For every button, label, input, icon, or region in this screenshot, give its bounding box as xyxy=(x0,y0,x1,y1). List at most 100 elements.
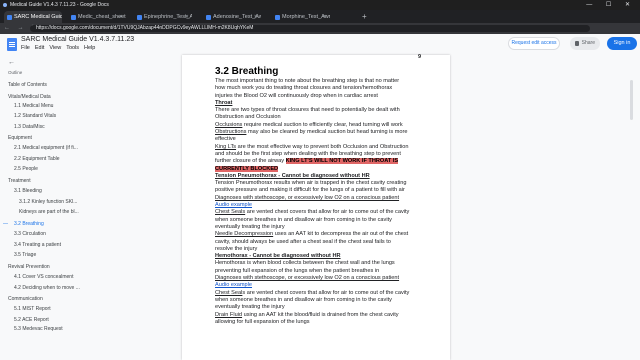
browser-tab[interactable]: Epinephrine_Test_A...✕ xyxy=(134,11,192,23)
text-line: Occlusions require medical suction to ef… xyxy=(215,122,429,129)
browser-tab[interactable]: Morphine_Test_Awr... ✕ xyxy=(272,11,330,23)
text-run: s are vented chest covers that allow for… xyxy=(242,289,410,296)
share-label: Share xyxy=(581,40,595,46)
text-line: Obstructions may also be cleared by medi… xyxy=(215,129,429,136)
outline-item[interactable]: 1.2 Standard Vitals xyxy=(14,113,86,119)
tab-close-icon[interactable]: ✕ xyxy=(55,11,59,23)
outline-heading[interactable]: Treatment xyxy=(8,178,80,184)
text-run: There are two types of throat closures t… xyxy=(215,107,400,114)
browser-tab[interactable]: Medic_cheat_sheet... ✕ xyxy=(68,11,126,23)
outline-item[interactable]: 5.1 MIST Report xyxy=(14,306,86,312)
outline-item[interactable]: 3.1.2 Kinley function SKl... xyxy=(19,199,91,205)
outline-item[interactable]: 3.2 Breathing xyxy=(14,221,86,227)
outline-heading[interactable]: Table of Contents xyxy=(8,82,80,88)
tab-favicon-icon xyxy=(71,15,76,20)
request-edit-access-button[interactable]: Request edit access xyxy=(508,37,560,50)
address-bar-row: ← → ↻ https://docs.google.com/document/d… xyxy=(0,23,640,34)
text-line: Hemothorax is when blood collects betwee… xyxy=(215,260,429,267)
audio-link[interactable]: Audio example xyxy=(215,282,252,288)
outline-item[interactable]: 2.2 Equipment Table xyxy=(14,156,86,162)
outline-heading[interactable]: Revival Prevention xyxy=(8,264,80,270)
text-run: KING LT'S WILL NOT WORK IF THROAT IS xyxy=(285,158,399,165)
window-title: Medical Guide V1.4.3 7.11.23 - Google Do… xyxy=(10,2,109,8)
outline-item[interactable]: 4.1 Cover VS concealment xyxy=(14,274,86,280)
window-controls[interactable]: — ☐ ✕ xyxy=(586,0,636,10)
text-run: are vented chest covers that allow for a… xyxy=(245,209,410,216)
outline-item[interactable]: 1.3 Data/Misc xyxy=(14,124,86,130)
text-line: how much work you do treating throat clo… xyxy=(215,85,429,92)
new-tab-button[interactable]: + xyxy=(362,10,367,23)
text-line: The most important thing to note about t… xyxy=(215,78,429,85)
text-run: uses an AAT kit to decompress the air ou… xyxy=(273,231,409,238)
text-run: Diagnoses with stethoscope, or excessive… xyxy=(215,194,400,201)
tab-close-icon[interactable]: ✕ xyxy=(323,11,327,23)
outline-item[interactable]: 2.1 Medical equipment (if fi... xyxy=(14,145,86,151)
text-line: effective xyxy=(215,136,429,143)
outline-item[interactable]: 5.2 ACE Report xyxy=(14,317,86,323)
document-title[interactable]: SARC Medical Guide V1.4.3.7.11.23 xyxy=(21,36,134,43)
outline-item[interactable]: 3.1 Bleeding xyxy=(14,188,86,194)
text-run: how much work you do treating throat clo… xyxy=(215,85,393,92)
text-line: Hemothorax - Cannot be diagnosed without… xyxy=(215,253,429,260)
text-run: Chest Seal xyxy=(215,289,243,296)
menu-item[interactable]: Help xyxy=(84,45,95,51)
text-run: The most important thing to note about t… xyxy=(215,78,400,84)
outline-heading[interactable]: Equipment xyxy=(8,135,80,141)
text-run: allowing for full expansion of the lungs xyxy=(215,318,310,325)
audio-link[interactable]: Audio example xyxy=(215,202,252,208)
outline-heading[interactable]: Vitals/Medical Data xyxy=(8,94,80,100)
outline-item[interactable]: 3.5 Triage xyxy=(14,252,86,258)
text-line: Tension Pneumothorax results when air is… xyxy=(215,180,429,187)
outline-heading[interactable]: Communication xyxy=(8,296,80,302)
text-run: Drain Fluid xyxy=(215,311,243,318)
text-run: Hemothorax - Cannot be diagnosed without… xyxy=(215,253,341,260)
docs-logo-icon[interactable] xyxy=(7,38,17,51)
outline-item[interactable]: 3.4 Treating a patient xyxy=(14,242,86,248)
menu-item[interactable]: Tools xyxy=(66,45,79,51)
text-line: further closure of the airway KING LT'S … xyxy=(215,158,429,165)
tab-close-icon[interactable]: ✕ xyxy=(185,11,189,23)
text-line: allowing for full expansion of the lungs xyxy=(215,319,429,326)
outline-item[interactable]: 1.1 Medical Menu xyxy=(14,103,86,109)
text-run: Chest Seals xyxy=(215,209,246,216)
outline-sidebar xyxy=(0,55,80,360)
text-run: cavity, should always be used after a ch… xyxy=(215,238,391,245)
text-run: eventually treating the injury xyxy=(215,304,285,311)
text-line: Diagnoses with stethoscope, or excessive… xyxy=(215,195,429,202)
browser-window: Medical Guide V1.4.3 7.11.23 - Google Do… xyxy=(0,0,640,360)
share-button[interactable]: Share xyxy=(570,37,600,50)
text-line: preventing full expansion of the lungs w… xyxy=(215,268,429,275)
scrollbar-thumb[interactable] xyxy=(630,80,633,120)
body-text: The most important thing to note about t… xyxy=(215,78,429,326)
text-run: may also be cleared by medical suction b… xyxy=(246,129,408,136)
text-line: Obstruction and Occlusion xyxy=(215,114,429,121)
menu-item[interactable]: Edit xyxy=(35,45,44,51)
text-run: Occlusions xyxy=(215,121,243,128)
tab-close-icon[interactable]: ✕ xyxy=(254,11,258,23)
outline-item[interactable]: Kidneys are part of the bl... xyxy=(19,209,91,215)
text-run: when someone breathes in and disallow ai… xyxy=(215,296,392,303)
sign-in-button[interactable]: Sign in xyxy=(607,37,637,50)
text-run: when someone breathes in and disallow ai… xyxy=(215,216,392,223)
url-field[interactable]: https://docs.google.com/document/d/1TVU9… xyxy=(30,25,590,32)
browser-tab[interactable]: Adenosine_Test_Aw...✕ xyxy=(203,11,261,23)
outline-item[interactable]: 5.3 Medevac Request xyxy=(14,326,86,332)
text-line: Tension Pneumothorax - Cannot be diagnos… xyxy=(215,173,429,180)
text-line: Audio example xyxy=(215,202,429,209)
menu-item[interactable]: View xyxy=(49,45,61,51)
text-run: Tension Pneumothorax results when air is… xyxy=(215,180,407,187)
text-run: Throat xyxy=(215,99,233,106)
menu-item[interactable]: File xyxy=(21,45,30,51)
text-run: Hemothorax is when blood collects betwee… xyxy=(215,260,395,267)
back-arrow-icon[interactable]: ← xyxy=(8,59,15,66)
tab-close-icon[interactable]: ✕ xyxy=(119,11,123,23)
text-run: are the most effective way to prevent bo… xyxy=(236,143,409,150)
outline-item[interactable]: 3.3 Circulation xyxy=(14,231,86,237)
text-line: when someone breathes in and disallow ai… xyxy=(215,297,429,304)
browser-tab[interactable]: SARC Medical Guide ...✕ xyxy=(4,11,62,23)
selected-item-marker: — xyxy=(3,221,8,227)
outline-item[interactable]: 4.2 Deciding when to move ... xyxy=(14,285,86,291)
text-line: injuries the Blood O2 will continuously … xyxy=(215,93,429,100)
text-line: King LTs are the most effective way to p… xyxy=(215,144,429,151)
outline-item[interactable]: 2.5 People xyxy=(14,166,86,172)
